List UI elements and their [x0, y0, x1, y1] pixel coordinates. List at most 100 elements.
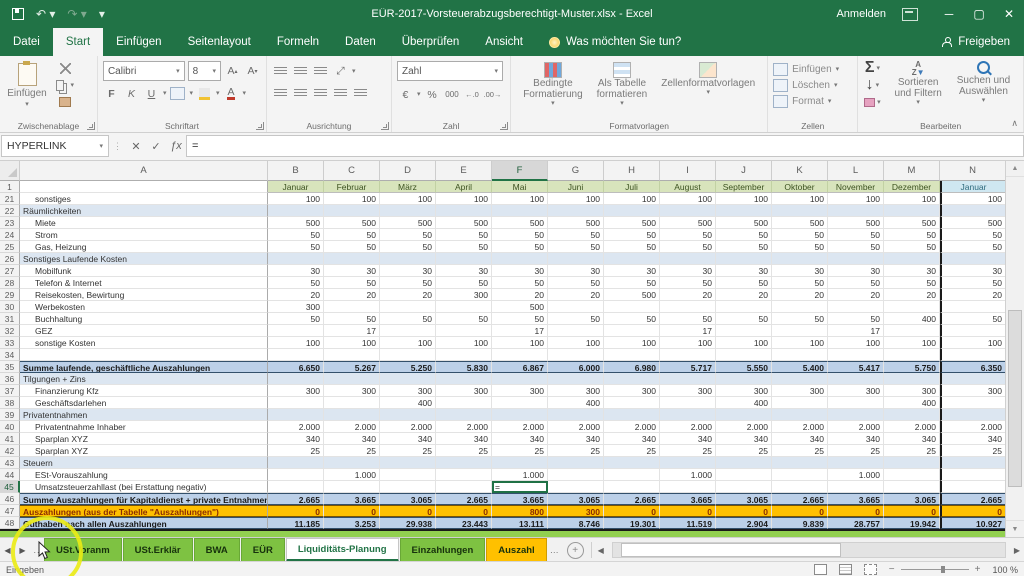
cell[interactable] — [268, 397, 324, 409]
column-header-B[interactable]: B — [268, 160, 324, 181]
cell[interactable]: 300 — [660, 385, 716, 397]
cell[interactable] — [268, 205, 324, 217]
cell[interactable]: 5.250 — [380, 361, 436, 373]
decrease-decimal-button[interactable]: .00→ — [483, 86, 501, 103]
ribbon-tab-seitenlayout[interactable]: Seitenlayout — [175, 28, 264, 56]
cell[interactable]: 100 — [492, 337, 548, 349]
align-top-button[interactable] — [272, 63, 289, 80]
cell[interactable] — [828, 409, 884, 421]
cell[interactable]: 17 — [324, 325, 380, 337]
cell[interactable] — [884, 205, 940, 217]
cell[interactable] — [772, 397, 828, 409]
cell[interactable] — [436, 457, 492, 469]
cell[interactable] — [604, 409, 660, 421]
cell[interactable] — [884, 301, 940, 313]
cell[interactable]: 500 — [660, 217, 716, 229]
row-label-cell[interactable]: ESt-Vorauszahlung — [20, 469, 268, 481]
align-left-button[interactable] — [272, 85, 289, 102]
column-header-M[interactable]: M — [884, 160, 940, 181]
cell[interactable]: 6.980 — [604, 361, 660, 373]
cell[interactable] — [268, 325, 324, 337]
cell[interactable]: 100 — [884, 193, 940, 205]
cell[interactable]: 2.904 — [716, 517, 772, 529]
cell[interactable] — [828, 349, 884, 361]
cell[interactable]: 50 — [884, 277, 940, 289]
cell[interactable]: 25 — [324, 445, 380, 457]
fill-button[interactable]: ↓▾ — [863, 78, 881, 92]
collapse-ribbon-button[interactable]: ∧ — [1011, 118, 1018, 129]
ribbon-tab-überprüfen[interactable]: Überprüfen — [389, 28, 473, 56]
cell[interactable]: 340 — [828, 433, 884, 445]
cell[interactable] — [716, 205, 772, 217]
cell[interactable]: 50 — [660, 241, 716, 253]
format-as-table-button[interactable]: Als Tabelle formatieren▾ — [590, 61, 655, 108]
cell[interactable]: 30 — [604, 265, 660, 277]
thousands-format-button[interactable]: 000 — [443, 86, 460, 103]
cell[interactable]: 0 — [380, 505, 436, 517]
cell[interactable]: 0 — [324, 505, 380, 517]
row-label-cell[interactable]: Summe laufende, geschäftliche Auszahlung… — [20, 361, 268, 373]
cell[interactable]: 25 — [772, 445, 828, 457]
cell[interactable]: 100 — [772, 337, 828, 349]
cell[interactable]: 50 — [940, 277, 1006, 289]
cell[interactable] — [884, 469, 940, 481]
cell[interactable]: 3.665 — [492, 493, 548, 505]
cell[interactable]: 50 — [828, 313, 884, 325]
cell[interactable] — [828, 253, 884, 265]
paste-button[interactable]: Einfügen ▾ — [5, 63, 49, 108]
cell[interactable] — [436, 481, 492, 493]
cell[interactable] — [380, 409, 436, 421]
row-header-26[interactable]: 26 — [0, 253, 20, 265]
find-select-button[interactable]: Suchen und Auswählen▾ — [949, 61, 1018, 104]
column-header-I[interactable]: I — [660, 160, 716, 181]
cell[interactable]: 20 — [380, 289, 436, 301]
cell[interactable]: 0 — [604, 505, 660, 517]
cell[interactable] — [324, 205, 380, 217]
cell[interactable]: 500 — [828, 217, 884, 229]
column-header-H[interactable]: H — [604, 160, 660, 181]
row-header-36[interactable]: 36 — [0, 373, 20, 385]
cell[interactable]: 2.000 — [884, 421, 940, 433]
cell[interactable]: 340 — [380, 433, 436, 445]
cell[interactable]: 0 — [828, 505, 884, 517]
zoom-slider[interactable]: − + — [889, 565, 981, 575]
cell[interactable]: 3.253 — [324, 517, 380, 529]
column-header-G[interactable]: G — [548, 160, 604, 181]
cell[interactable] — [604, 397, 660, 409]
cell[interactable]: 340 — [772, 433, 828, 445]
ribbon-tab-formeln[interactable]: Formeln — [264, 28, 332, 56]
row-header-32[interactable]: 32 — [0, 325, 20, 337]
cell[interactable]: 340 — [716, 433, 772, 445]
cell[interactable]: 30 — [548, 265, 604, 277]
cell[interactable] — [20, 181, 268, 193]
cell[interactable] — [884, 349, 940, 361]
percent-format-button[interactable]: % — [423, 86, 440, 103]
page-break-view-button[interactable] — [864, 564, 877, 575]
cell[interactable]: 5.267 — [324, 361, 380, 373]
row-label-cell[interactable]: Geschäftsdarlehen — [20, 397, 268, 409]
cell[interactable]: 50 — [548, 313, 604, 325]
cell[interactable]: 20 — [716, 289, 772, 301]
cell[interactable]: 2.665 — [772, 493, 828, 505]
new-sheet-button[interactable]: + — [567, 542, 584, 559]
cell[interactable]: 500 — [772, 217, 828, 229]
cell[interactable] — [884, 457, 940, 469]
cell[interactable] — [940, 325, 1006, 337]
row-header-44[interactable]: 44 — [0, 469, 20, 481]
font-name-select[interactable]: Calibri▾ — [103, 61, 185, 81]
cell[interactable]: 25 — [716, 445, 772, 457]
cell[interactable]: 2.000 — [324, 421, 380, 433]
cell[interactable]: 1.000 — [660, 469, 716, 481]
cell[interactable]: 50 — [380, 277, 436, 289]
cell[interactable]: 50 — [268, 229, 324, 241]
delete-cells-button[interactable]: Löschen▾ — [773, 77, 852, 93]
cell[interactable]: 30 — [436, 265, 492, 277]
align-right-button[interactable] — [312, 85, 329, 102]
cell[interactable]: 100 — [268, 193, 324, 205]
cell[interactable] — [940, 481, 1006, 493]
cell[interactable]: 50 — [604, 277, 660, 289]
cell[interactable] — [380, 205, 436, 217]
cell[interactable]: 50 — [772, 241, 828, 253]
cell[interactable]: 2.000 — [548, 421, 604, 433]
cell[interactable]: 0 — [884, 505, 940, 517]
